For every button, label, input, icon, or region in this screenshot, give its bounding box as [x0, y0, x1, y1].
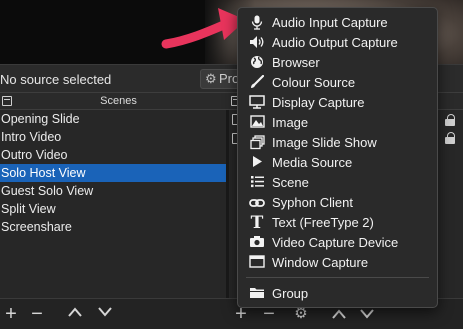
scene-item[interactable]: Screenshare	[0, 218, 226, 236]
scene-item[interactable]: Outro Video	[0, 146, 226, 164]
menu-item-group[interactable]: Group	[238, 284, 437, 304]
scene-item[interactable]: Guest Solo View	[0, 182, 226, 200]
scene-item[interactable]: Split View	[0, 200, 226, 218]
menu-item-label: Window Capture	[272, 255, 369, 270]
menu-item-label: Audio Output Capture	[272, 35, 398, 50]
menu-separator	[246, 277, 429, 278]
monitor-icon	[248, 95, 266, 111]
chevron-up-icon	[68, 307, 82, 317]
scene-item-selected[interactable]: Solo Host View	[0, 164, 226, 182]
globe-icon	[248, 55, 266, 71]
menu-item-audio-input-capture[interactable]: Audio Input Capture	[238, 13, 437, 33]
link-icon	[248, 195, 266, 211]
add-source-menu: Audio Input Capture Audio Output Capture…	[237, 7, 438, 308]
menu-item-media-source[interactable]: Media Source	[238, 153, 437, 173]
menu-item-label: Display Capture	[272, 95, 365, 110]
folder-icon	[248, 286, 266, 302]
menu-item-label: Text (FreeType 2)	[272, 215, 374, 230]
text-icon: T	[250, 213, 264, 233]
menu-item-label: Image	[272, 115, 309, 130]
slideshow-icon	[248, 135, 266, 151]
speaker-icon	[248, 35, 266, 51]
menu-item-label: Media Source	[272, 155, 353, 170]
menu-item-syphon-client[interactable]: Syphon Client	[238, 193, 437, 213]
menu-item-image[interactable]: Image	[238, 113, 437, 133]
no-source-label: No source selected	[0, 72, 112, 87]
camera-icon	[248, 235, 266, 251]
menu-item-image-slide-show[interactable]: Image Slide Show	[238, 133, 437, 153]
gear-icon: ⚙	[205, 71, 217, 86]
lock-icon[interactable]	[445, 114, 455, 126]
menu-item-label: Image Slide Show	[272, 135, 377, 150]
chevron-down-icon	[360, 309, 374, 319]
scene-item[interactable]: Opening Slide	[0, 110, 226, 128]
chevron-up-icon	[332, 309, 346, 319]
move-scene-up-button[interactable]	[64, 303, 86, 325]
menu-item-label: Browser	[272, 55, 320, 70]
menu-item-browser[interactable]: Browser	[238, 53, 437, 73]
lock-icon[interactable]	[445, 132, 455, 144]
menu-item-colour-source[interactable]: Colour Source	[238, 73, 437, 93]
move-scene-down-button[interactable]	[94, 303, 116, 325]
menu-item-label: Group	[272, 286, 309, 301]
scene-item[interactable]: Intro Video	[0, 128, 226, 146]
menu-item-label: Audio Input Capture	[272, 15, 388, 30]
scenes-list: Opening Slide Intro Video Outro Video So…	[0, 110, 226, 298]
menu-item-label: Video Capture Device	[272, 235, 399, 250]
list-icon	[248, 175, 266, 191]
add-scene-button[interactable]: +	[0, 303, 22, 325]
menu-item-display-capture[interactable]: Display Capture	[238, 93, 437, 113]
menu-item-label: Syphon Client	[272, 195, 353, 210]
menu-item-scene[interactable]: Scene	[238, 173, 437, 193]
play-icon	[248, 155, 266, 171]
paintbrush-icon	[248, 74, 266, 91]
image-icon	[248, 115, 266, 131]
remove-scene-button[interactable]: −	[26, 303, 48, 325]
menu-item-label: Colour Source	[272, 75, 356, 90]
chevron-down-icon	[98, 307, 112, 317]
menu-item-window-capture[interactable]: Window Capture	[238, 253, 437, 273]
menu-item-audio-output-capture[interactable]: Audio Output Capture	[238, 33, 437, 53]
menu-item-label: Scene	[272, 175, 309, 190]
menu-item-video-capture-device[interactable]: Video Capture Device	[238, 233, 437, 253]
microphone-icon	[248, 15, 266, 31]
scenes-title: Scenes	[100, 95, 137, 107]
window-icon	[248, 255, 266, 271]
menu-item-text-freetype[interactable]: T Text (FreeType 2)	[238, 213, 437, 233]
